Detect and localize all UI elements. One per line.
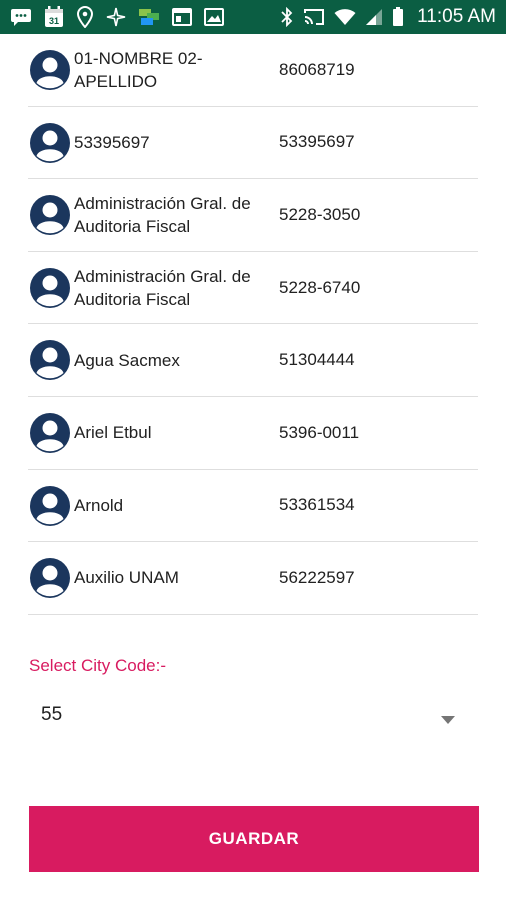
contact-row[interactable]: 53395697 53395697 (28, 107, 478, 180)
contact-name: 53395697 (74, 132, 150, 152)
city-code-dropdown[interactable]: 55 (29, 692, 477, 738)
location-pin-icon (76, 6, 94, 28)
city-code-value: 55 (41, 704, 63, 725)
contact-phone: 51304444 (279, 350, 355, 370)
contact-phone: 86068719 (279, 59, 355, 79)
person-avatar-icon (30, 485, 70, 526)
contact-row[interactable]: Administración Gral. de Auditoria Fiscal… (28, 252, 478, 325)
contact-name: 01-NOMBRE 02-APELLIDO (74, 48, 203, 91)
calendar-icon: 31 (44, 6, 64, 28)
contact-name: Ariel Etbul (74, 423, 152, 443)
app-flag-icon (138, 7, 160, 27)
person-avatar-icon (30, 122, 70, 163)
contact-phone: 5396-0011 (279, 422, 360, 442)
wifi-icon (334, 8, 356, 26)
calendar-day: 31 (49, 16, 59, 26)
person-avatar-icon (30, 50, 70, 90)
system-icons: 11:05 AM (280, 6, 506, 28)
person-avatar-icon (30, 340, 70, 381)
contact-phone: 53361534 (279, 495, 355, 515)
person-avatar-icon (30, 412, 70, 453)
battery-icon (392, 7, 404, 27)
contact-name: Auxilio UNAM (74, 568, 179, 588)
notification-icons: 31 (0, 6, 224, 28)
contact-name: Administración Gral. de Auditoria Fiscal (74, 266, 251, 309)
contact-list: 01-NOMBRE 02-APELLIDO 86068719 53395697 … (0, 34, 506, 615)
contact-row[interactable]: Arnold 53361534 (28, 470, 478, 543)
contact-row[interactable]: Agua Sacmex 51304444 (28, 324, 478, 397)
contact-phone: 56222597 (279, 567, 355, 587)
contact-row[interactable]: Ariel Etbul 5396-0011 (28, 397, 478, 470)
message-icon (10, 7, 32, 27)
save-button[interactable]: GUARDAR (29, 806, 479, 872)
contact-phone: 5228-6740 (279, 277, 361, 297)
contact-phone: 53395697 (279, 132, 355, 152)
bluetooth-icon (280, 7, 294, 27)
contact-name: Arnold (74, 495, 124, 515)
status-bar: 31 11:05 AM (0, 0, 506, 34)
contact-phone: 5228-3050 (279, 204, 361, 224)
cast-icon (303, 8, 325, 26)
contact-name: Administración Gral. de Auditoria Fiscal (74, 193, 251, 236)
contact-row[interactable]: Administración Gral. de Auditoria Fiscal… (28, 179, 478, 252)
contact-name: Agua Sacmex (74, 350, 180, 370)
contact-row[interactable]: Auxilio UNAM 56222597 (28, 542, 478, 615)
cell-signal-icon (365, 8, 383, 26)
image-icon (204, 8, 224, 26)
contact-row[interactable]: 01-NOMBRE 02-APELLIDO 86068719 (28, 34, 478, 107)
window-icon (172, 8, 192, 26)
status-time: 11:05 AM (417, 6, 496, 27)
city-code-label: Select City Code:- (29, 656, 166, 675)
person-avatar-icon (30, 267, 70, 308)
person-avatar-icon (30, 195, 70, 236)
sparkle-icon (106, 7, 126, 27)
dropdown-arrow-icon (441, 711, 455, 729)
person-avatar-icon (30, 558, 70, 599)
